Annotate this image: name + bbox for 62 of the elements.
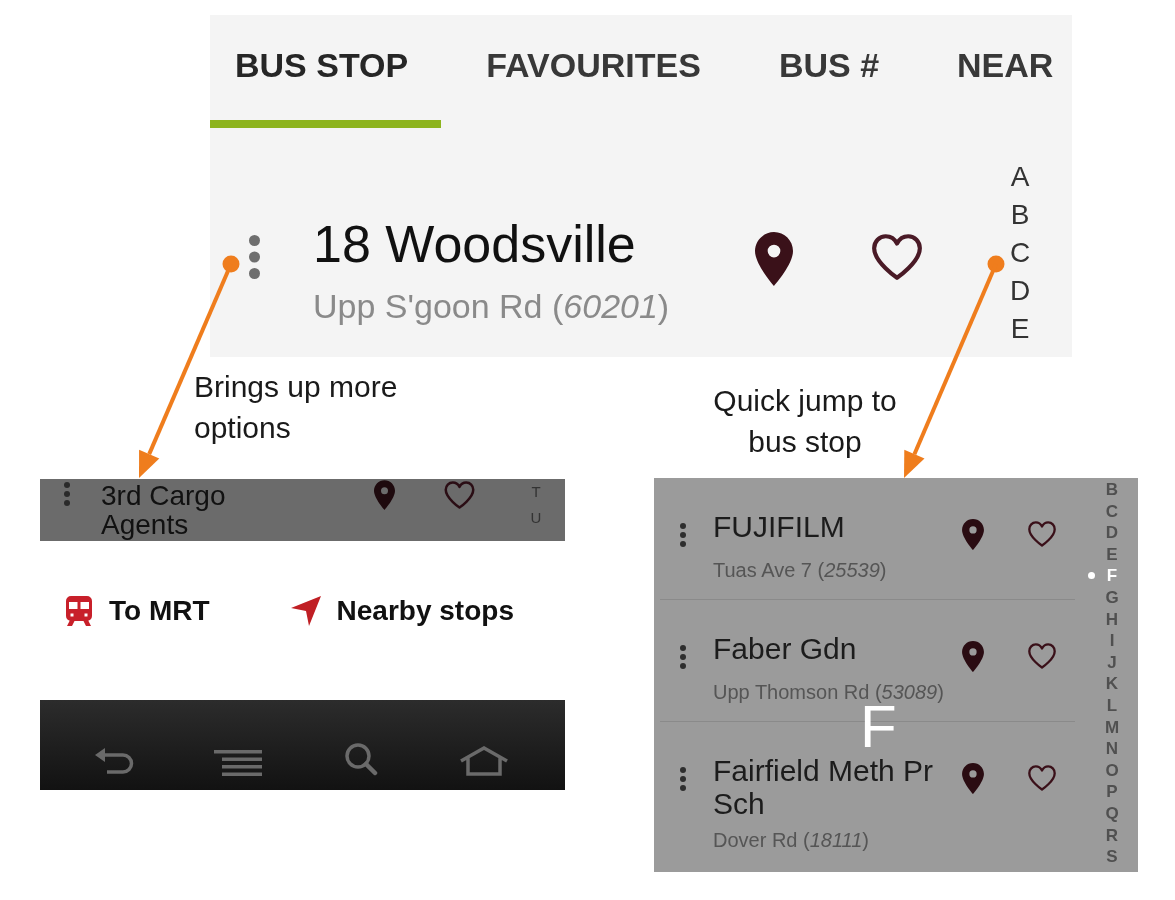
index-letter[interactable]: F <box>1106 565 1118 587</box>
index-letter[interactable]: P <box>1106 781 1118 803</box>
train-icon <box>65 595 93 626</box>
index-letter[interactable]: J <box>1107 651 1117 674</box>
callout-text: Quick jump to bus stop <box>712 383 898 460</box>
map-pin-icon[interactable] <box>962 641 984 672</box>
index-letter[interactable]: B <box>1105 479 1119 501</box>
stop-address: Upp S'goon Rd (60201) <box>313 286 671 326</box>
more-icon[interactable] <box>680 523 686 547</box>
index-letter[interactable]: H <box>1105 608 1119 631</box>
tab[interactable]: BUS # <box>753 15 913 128</box>
index-letter[interactable]: D <box>1105 522 1119 544</box>
index-letter[interactable]: U <box>530 505 542 531</box>
map-pin-icon[interactable] <box>962 763 984 794</box>
stop-name: Faber Gdn <box>713 632 858 667</box>
action-button[interactable]: To MRT <box>65 594 210 627</box>
index-letter[interactable]: D <box>1009 272 1031 310</box>
index-letter[interactable]: C <box>1009 234 1031 272</box>
stop-address: Dover Rd (18111) <box>713 828 871 852</box>
tab[interactable]: BUS STOP <box>210 15 442 128</box>
index-letter[interactable]: L <box>1106 694 1118 717</box>
index-letter[interactable]: Q <box>1105 802 1119 825</box>
index-letter[interactable]: T <box>531 479 541 505</box>
map-pin-icon[interactable] <box>755 232 793 286</box>
index-letter[interactable]: S <box>1106 846 1118 868</box>
map-pin-icon[interactable] <box>962 519 984 550</box>
index-letter[interactable]: O <box>1105 759 1119 782</box>
more-icon[interactable] <box>680 767 686 791</box>
stop-name: 3rd Cargo Agents <box>101 479 227 539</box>
stop-address: Upp Thomson Rd (53089) <box>713 680 945 704</box>
stop-address: Tuas Ave 7 (25539) <box>713 558 888 582</box>
index-letter[interactable]: R <box>1105 824 1119 847</box>
selection-dot-icon <box>1088 572 1095 580</box>
stop-name: Fairfield Meth Pr Sch <box>713 754 935 820</box>
more-icon[interactable] <box>64 482 70 506</box>
callout-text: Brings up more options <box>194 369 399 446</box>
search-icon[interactable] <box>343 742 378 776</box>
stop-name: 18 Woodsville <box>313 216 637 272</box>
stop-name: FUJIFILM <box>713 510 846 545</box>
index-letter[interactable]: B <box>1010 196 1030 234</box>
index-letter[interactable]: G <box>1105 586 1119 609</box>
index-letter[interactable]: N <box>1105 738 1119 760</box>
index-letter[interactable]: E <box>1010 310 1030 348</box>
action-button[interactable]: Nearby stops <box>290 594 514 627</box>
tab[interactable]: NEAR <box>932 15 1054 128</box>
more-icon[interactable] <box>680 645 686 669</box>
heart-icon[interactable] <box>1027 642 1057 670</box>
heart-icon[interactable] <box>1027 764 1057 792</box>
home-icon[interactable] <box>458 746 509 776</box>
index-letter[interactable]: A <box>1010 158 1030 196</box>
more-icon[interactable] <box>249 235 260 279</box>
menu-icon[interactable] <box>214 750 263 776</box>
navigation-arrow-icon <box>290 595 321 626</box>
heart-icon[interactable] <box>1027 520 1057 548</box>
index-letter[interactable]: I <box>1109 630 1115 652</box>
heart-icon[interactable] <box>870 232 924 282</box>
back-icon[interactable] <box>95 748 136 776</box>
index-letter[interactable]: M <box>1104 716 1120 739</box>
tab[interactable]: FAVOURITES <box>461 15 734 128</box>
index-letter[interactable]: C <box>1105 500 1119 523</box>
index-letter[interactable]: K <box>1105 673 1119 695</box>
index-letter[interactable]: E <box>1106 543 1118 566</box>
